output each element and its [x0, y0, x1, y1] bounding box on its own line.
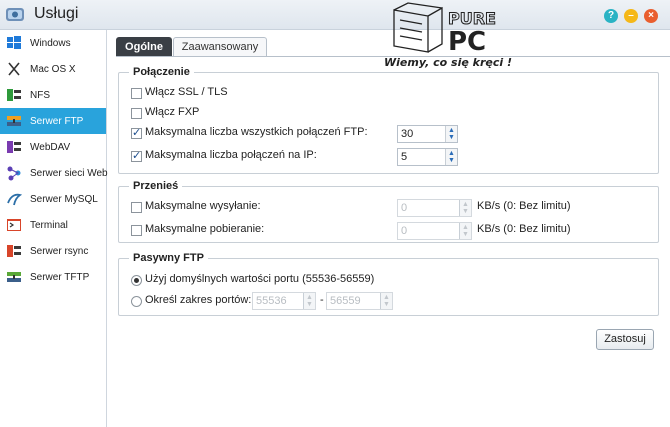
ftp-server-icon: [7, 116, 21, 126]
sidebar-item-label: Serwer TFTP: [30, 271, 90, 283]
ssl-label: Włącz SSL / TLS: [145, 86, 228, 98]
max-upload-checkbox[interactable]: [131, 202, 142, 213]
watermark-brand-top: PURE: [448, 9, 496, 28]
services-app-icon: [6, 8, 24, 21]
max-upload-stepper[interactable]: 0 ▲ ▼: [397, 199, 472, 217]
stepper-arrows[interactable]: ▲ ▼: [445, 126, 457, 142]
watermark-tagline: Wiemy, co się kręci !: [384, 56, 513, 69]
watermark-brand-bottom: PC: [448, 27, 486, 57]
sidebar-item-nfs[interactable]: NFS: [0, 82, 106, 108]
default-ports-radio[interactable]: [131, 275, 142, 286]
sidebar-item-label: Serwer rsync: [30, 245, 89, 257]
windows-icon: [7, 36, 21, 49]
transfer-legend: Przenieś: [129, 180, 183, 192]
port-range-separator: -: [320, 294, 324, 306]
stepper-arrows[interactable]: ▲ ▼: [303, 293, 315, 309]
fxp-checkbox[interactable]: [131, 108, 142, 119]
sidebar-item-label: Serwer FTP: [30, 115, 84, 127]
max-all-connections-stepper[interactable]: 30 ▲ ▼: [397, 125, 458, 143]
arrow-down-icon[interactable]: ▼: [383, 301, 390, 308]
sidebar-item-label: Mac OS X: [30, 63, 76, 75]
help-button[interactable]: ?: [604, 9, 618, 23]
arrow-down-icon[interactable]: ▼: [448, 134, 455, 141]
sidebar-item-label: Terminal: [30, 219, 68, 231]
stepper-arrows[interactable]: ▲ ▼: [380, 293, 392, 309]
max-upload-unit: KB/s (0: Bez limitu): [477, 200, 571, 212]
arrow-up-icon[interactable]: ▲: [448, 150, 455, 157]
terminal-icon: [7, 219, 21, 231]
tab-advanced[interactable]: Zaawansowany: [173, 37, 267, 57]
stepper-arrows[interactable]: ▲ ▼: [459, 223, 471, 239]
sidebar: Windows Mac OS X NFS Serwer FTP WebDAV S…: [0, 30, 108, 427]
tab-divider: [116, 56, 670, 57]
close-button[interactable]: ×: [644, 9, 658, 23]
stepper-arrows[interactable]: ▲ ▼: [445, 149, 457, 165]
web-server-icon: [7, 166, 21, 181]
sidebar-item-windows[interactable]: Windows: [0, 30, 106, 56]
connection-legend: Połączenie: [129, 66, 194, 78]
max-ip-connections-stepper[interactable]: 5 ▲ ▼: [397, 148, 458, 166]
max-all-connections-label: Maksymalna liczba wszystkich połączeń FT…: [145, 126, 368, 138]
sidebar-item-tftp-server[interactable]: Serwer TFTP: [0, 264, 106, 290]
arrow-down-icon[interactable]: ▼: [462, 208, 469, 215]
arrow-up-icon[interactable]: ▲: [462, 201, 469, 208]
sidebar-item-web-server[interactable]: Serwer sieci Web: [0, 160, 108, 186]
port-range-from-value: 55536: [256, 295, 287, 307]
sidebar-item-label: Serwer sieci Web: [30, 167, 108, 179]
default-ports-label: Użyj domyślnych wartości portu (55536-56…: [145, 273, 375, 285]
apply-button[interactable]: Zastosuj: [596, 329, 654, 350]
mysql-icon: [7, 193, 22, 206]
arrow-up-icon[interactable]: ▲: [448, 127, 455, 134]
sidebar-item-webdav[interactable]: WebDAV: [0, 134, 106, 160]
sidebar-item-label: WebDAV: [30, 141, 71, 153]
sidebar-item-mysql-server[interactable]: Serwer MySQL: [0, 186, 106, 212]
stepper-arrows[interactable]: ▲ ▼: [459, 200, 471, 216]
max-download-stepper[interactable]: 0 ▲ ▼: [397, 222, 472, 240]
max-all-connections-value: 30: [401, 128, 414, 140]
tftp-icon: [7, 272, 21, 282]
minimize-button[interactable]: –: [624, 9, 638, 23]
sidebar-item-rsync-server[interactable]: Serwer rsync: [0, 238, 106, 264]
port-range-from-stepper[interactable]: 55536 ▲ ▼: [252, 292, 316, 310]
sidebar-item-ftp-server[interactable]: Serwer FTP: [0, 108, 106, 134]
arrow-down-icon[interactable]: ▼: [306, 301, 313, 308]
arrow-up-icon[interactable]: ▲: [383, 294, 390, 301]
ssl-checkbox[interactable]: [131, 88, 142, 99]
arrow-down-icon[interactable]: ▼: [448, 157, 455, 164]
sidebar-item-label: Windows: [30, 37, 71, 49]
app-title: Usługi: [34, 5, 79, 22]
passive-ftp-legend: Pasywny FTP: [129, 252, 208, 264]
rsync-icon: [7, 245, 21, 257]
port-range-radio[interactable]: [131, 296, 142, 307]
max-upload-value: 0: [401, 202, 408, 214]
fxp-label: Włącz FXP: [145, 106, 200, 118]
webdav-icon: [7, 141, 21, 153]
sidebar-item-label: Serwer MySQL: [30, 193, 98, 205]
nfs-icon: [7, 89, 21, 101]
max-ip-connections-value: 5: [401, 151, 408, 163]
title-bar: Usługi ? – ×: [0, 0, 670, 30]
tab-general[interactable]: Ogólne: [116, 37, 172, 57]
port-range-to-value: 56559: [330, 295, 361, 307]
sidebar-item-terminal[interactable]: Terminal: [0, 212, 106, 238]
arrow-up-icon[interactable]: ▲: [306, 294, 313, 301]
max-ip-connections-label: Maksymalna liczba połączeń na IP:: [145, 149, 317, 161]
max-download-value: 0: [401, 225, 408, 237]
max-ip-connections-checkbox[interactable]: [131, 149, 142, 162]
port-range-to-stepper[interactable]: 56559 ▲ ▼: [326, 292, 393, 310]
mac-x-icon: [8, 62, 20, 76]
arrow-up-icon[interactable]: ▲: [462, 224, 469, 231]
max-download-checkbox[interactable]: [131, 225, 142, 236]
sidebar-item-label: NFS: [30, 89, 50, 101]
max-all-connections-checkbox[interactable]: [131, 126, 142, 139]
max-download-unit: KB/s (0: Bez limitu): [477, 223, 571, 235]
sidebar-item-mac-os-x[interactable]: Mac OS X: [0, 56, 106, 82]
port-range-label: Określ zakres portów:: [145, 294, 252, 306]
arrow-down-icon[interactable]: ▼: [462, 231, 469, 238]
max-download-label: Maksymalne pobieranie:: [145, 223, 265, 235]
max-upload-label: Maksymalne wysyłanie:: [145, 200, 261, 212]
